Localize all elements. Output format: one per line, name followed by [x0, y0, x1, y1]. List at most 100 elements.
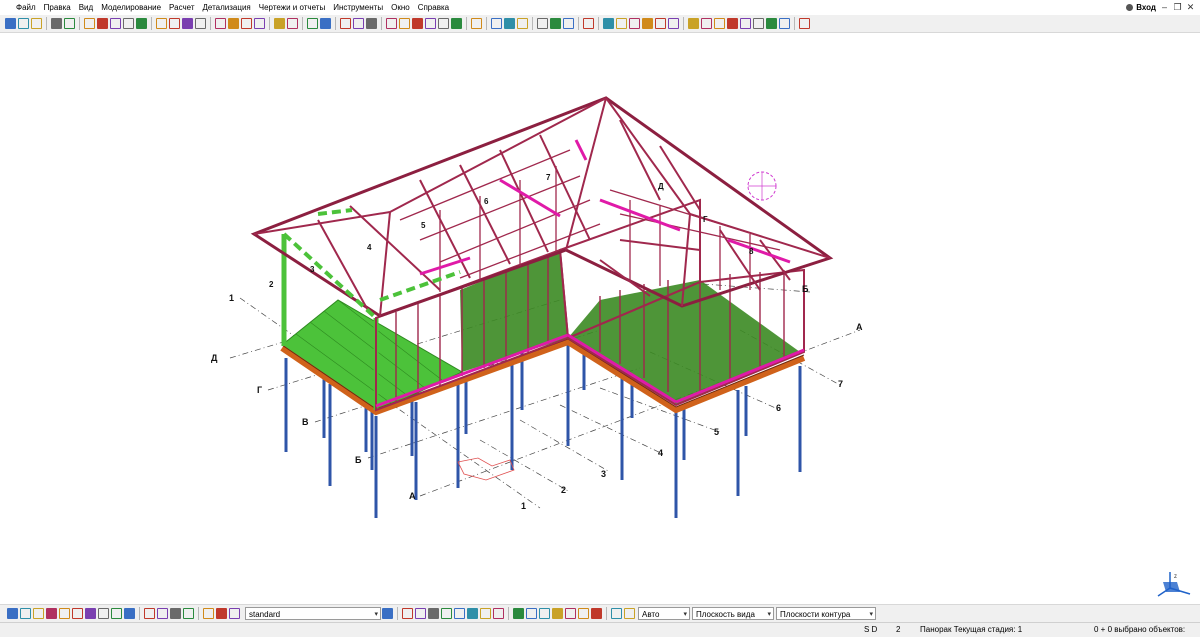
toolbar-icon[interactable]	[195, 18, 206, 29]
toolbar-icon[interactable]	[552, 608, 563, 619]
toolbar-icon[interactable]	[668, 18, 679, 29]
toolbar-icon[interactable]	[539, 608, 550, 619]
view-cube-icon[interactable]: z	[1157, 572, 1191, 597]
toolbar-icon[interactable]	[624, 608, 635, 619]
toolbar-icon[interactable]	[467, 608, 478, 619]
toolbar-icon[interactable]	[111, 608, 122, 619]
toolbar-icon[interactable]	[46, 608, 57, 619]
toolbar-icon[interactable]	[642, 18, 653, 29]
toolbar-icon[interactable]	[353, 18, 364, 29]
model-3d-view[interactable]: Д Г В Б А 1 2 3 4 5 6 7 А Б 1 2 3 4 5 6 …	[0, 33, 1200, 603]
contour-plane-select[interactable]: Плоскости контура ▾	[776, 607, 876, 620]
login-button[interactable]: Вход	[1126, 0, 1156, 15]
toolbar-icon[interactable]	[18, 18, 29, 29]
menu-modeling[interactable]: Моделирование	[97, 0, 165, 15]
toolbar-icon[interactable]	[97, 18, 108, 29]
toolbar-icon[interactable]	[170, 608, 181, 619]
toolbar-icon[interactable]	[454, 608, 465, 619]
close-button[interactable]: ✕	[1185, 2, 1196, 12]
toolbar-icon[interactable]	[64, 18, 75, 29]
toolbar-icon[interactable]	[215, 18, 226, 29]
toolbar-icon[interactable]	[655, 18, 666, 29]
toolbar-icon[interactable]	[203, 608, 214, 619]
toolbar-icon[interactable]	[428, 608, 439, 619]
toolbar-icon[interactable]	[157, 608, 168, 619]
menu-edit[interactable]: Правка	[40, 0, 75, 15]
toolbar-icon[interactable]	[216, 608, 227, 619]
view-plane-select[interactable]: Плоскость вида ▾	[692, 607, 774, 620]
toolbar-icon[interactable]	[415, 608, 426, 619]
toolbar-icon[interactable]	[287, 18, 298, 29]
toolbar-icon[interactable]	[33, 608, 44, 619]
toolbar-icon[interactable]	[241, 18, 252, 29]
restore-button[interactable]: ❐	[1172, 2, 1183, 12]
toolbar-icon[interactable]	[124, 608, 135, 619]
toolbar-icon[interactable]	[591, 608, 602, 619]
menu-analysis[interactable]: Расчет	[165, 0, 198, 15]
toolbar-icon[interactable]	[513, 608, 524, 619]
auto-select[interactable]: Авто ▾	[638, 607, 690, 620]
toolbar-icon[interactable]	[183, 608, 194, 619]
menu-window[interactable]: Окно	[387, 0, 414, 15]
toolbar-icon[interactable]	[229, 608, 240, 619]
toolbar-icon[interactable]	[182, 18, 193, 29]
toolbar-icon[interactable]	[425, 18, 436, 29]
toolbar-icon[interactable]	[412, 18, 423, 29]
toolbar-icon[interactable]	[386, 18, 397, 29]
toolbar-icon[interactable]	[156, 18, 167, 29]
toolbar-icon[interactable]	[565, 608, 576, 619]
toolbar-icon[interactable]	[144, 608, 155, 619]
menu-view[interactable]: Вид	[75, 0, 97, 15]
toolbar-icon[interactable]	[7, 608, 18, 619]
toolbar-icon[interactable]	[169, 18, 180, 29]
toolbar-icon[interactable]	[31, 18, 42, 29]
toolbar-icon[interactable]	[85, 608, 96, 619]
toolbar-icon[interactable]	[72, 608, 83, 619]
toolbar-icon[interactable]	[603, 18, 614, 29]
toolbar-icon[interactable]	[740, 18, 751, 29]
menu-detailing[interactable]: Детализация	[199, 0, 255, 15]
toolbar-icon[interactable]	[766, 18, 777, 29]
toolbar-icon[interactable]	[779, 18, 790, 29]
toolbar-icon[interactable]	[701, 18, 712, 29]
toolbar-icon[interactable]	[228, 18, 239, 29]
toolbar-icon[interactable]	[578, 608, 589, 619]
toolbar-icon[interactable]	[136, 18, 147, 29]
toolbar-icon[interactable]	[550, 18, 561, 29]
standard-select[interactable]: standard ▾	[245, 607, 381, 620]
toolbar-icon[interactable]	[504, 18, 515, 29]
toolbar-icon[interactable]	[254, 18, 265, 29]
toolbar-icon[interactable]	[799, 18, 810, 29]
toolbar-icon[interactable]	[307, 18, 318, 29]
toolbar-icon[interactable]	[563, 18, 574, 29]
toolbar-icon[interactable]	[59, 608, 70, 619]
toolbar-icon[interactable]	[688, 18, 699, 29]
toolbar-icon[interactable]	[274, 18, 285, 29]
menu-drawings-reports[interactable]: Чертежи и отчеты	[255, 0, 329, 15]
toolbar-icon[interactable]	[616, 18, 627, 29]
toolbar-icon[interactable]	[84, 18, 95, 29]
toolbar-icon[interactable]	[123, 18, 134, 29]
model-viewport[interactable]: Д Г В Б А 1 2 3 4 5 6 7 А Б 1 2 3 4 5 6 …	[0, 33, 1200, 603]
toolbar-icon[interactable]	[340, 18, 351, 29]
menu-help[interactable]: Справка	[414, 0, 453, 15]
toolbar-icon[interactable]	[438, 18, 449, 29]
menu-file[interactable]: Файл	[0, 0, 40, 15]
toolbar-icon[interactable]	[402, 608, 413, 619]
menu-tools[interactable]: Инструменты	[329, 0, 387, 15]
toolbar-icon[interactable]	[583, 18, 594, 29]
toolbar-icon[interactable]	[98, 608, 109, 619]
toolbar-icon[interactable]	[727, 18, 738, 29]
toolbar-icon[interactable]	[517, 18, 528, 29]
toolbar-icon[interactable]	[493, 608, 504, 619]
toolbar-icon[interactable]	[366, 18, 377, 29]
toolbar-icon[interactable]	[5, 18, 16, 29]
toolbar-icon[interactable]	[480, 608, 491, 619]
minimize-button[interactable]: –	[1159, 2, 1170, 12]
toolbar-icon[interactable]	[526, 608, 537, 619]
toolbar-icon[interactable]	[399, 18, 410, 29]
toolbar-icon[interactable]	[629, 18, 640, 29]
toolbar-icon[interactable]	[611, 608, 622, 619]
toolbar-icon[interactable]	[110, 18, 121, 29]
toolbar-icon[interactable]	[471, 18, 482, 29]
